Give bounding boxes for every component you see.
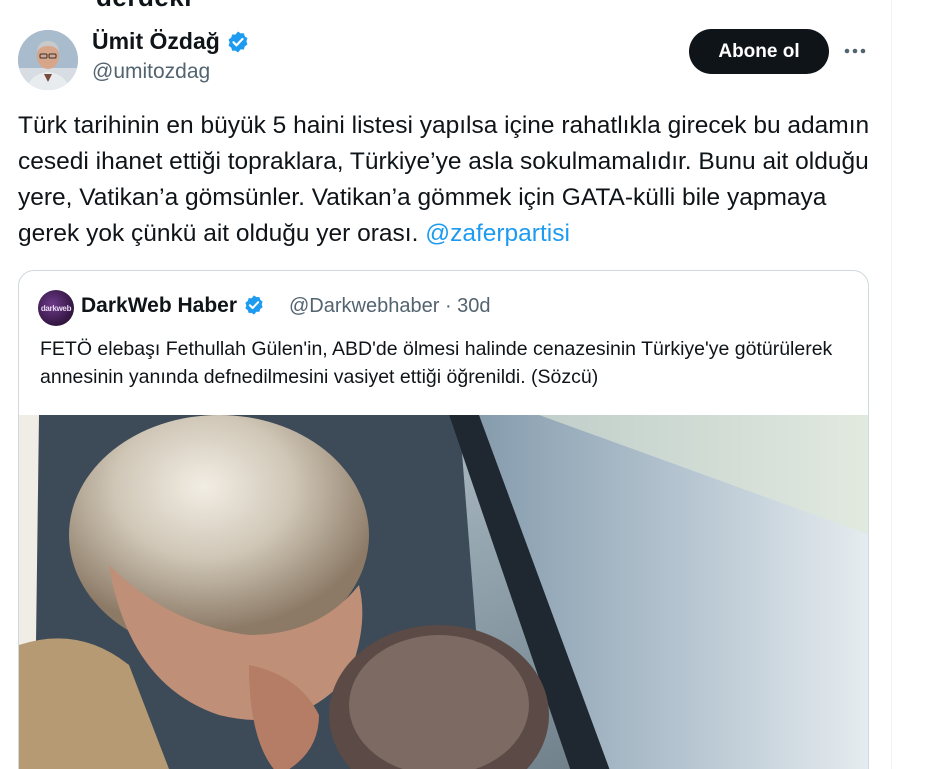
author-avatar[interactable] [18,30,78,90]
tweet-body: Türk tarihinin en büyük 5 haini listesi … [18,108,878,252]
more-horizontal-icon [844,48,866,54]
quoted-time[interactable]: 30d [457,295,490,317]
quoted-tweet-text: FETÖ elebaşı Fethullah Gülen'in, ABD'de … [40,338,833,388]
quoted-tweet-card[interactable]: darkweb DarkWeb Haber @Darkwebhaber · 30… [18,270,869,769]
car-window-photo [19,415,868,769]
follow-button[interactable]: Abone ol [689,29,829,74]
author-name-row[interactable]: Ümit Özdağ [92,28,250,55]
quoted-separator: · [444,295,452,317]
quoted-meta: @Darkwebhaber · 30d [289,295,491,318]
author-handle[interactable]: @umitozdag [92,60,210,84]
quoted-handle[interactable]: @Darkwebhaber [289,295,439,317]
quoted-tweet-image[interactable] [19,415,868,769]
quoted-author-avatar[interactable]: darkweb [38,290,74,326]
quoted-author-name-row[interactable]: DarkWeb Haber [81,294,267,318]
quoted-verified-badge-icon [243,294,267,318]
author-photo [18,30,78,90]
author-name[interactable]: Ümit Özdağ [92,28,220,55]
previous-tweet-fragment: derdeki [96,0,192,13]
mention-link[interactable]: @zaferpartisi [425,220,570,247]
more-options-button[interactable] [840,36,870,66]
verified-badge-icon [226,30,250,54]
quoted-avatar-text: darkweb [40,303,72,313]
column-divider [891,0,892,769]
quoted-author-name[interactable]: DarkWeb Haber [81,294,237,318]
